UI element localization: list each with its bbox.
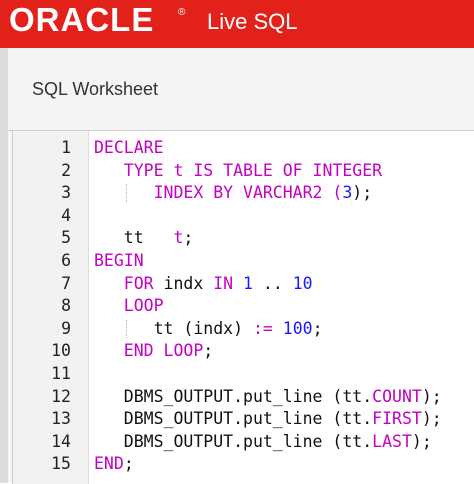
code-token: ); bbox=[411, 431, 432, 451]
code-token: ); bbox=[421, 386, 442, 406]
code-token: END LOOP bbox=[94, 341, 204, 361]
line-number: 6 bbox=[61, 251, 71, 270]
page-title: SQL Worksheet bbox=[32, 79, 159, 99]
code-token: ; bbox=[312, 318, 323, 338]
code-editor[interactable]: 1 2 3 4 5 6 7 8 9 10 11 12 13 14 15 DECLARE TYPE t IS … bbox=[12, 130, 474, 484]
line-number: 9 bbox=[61, 318, 71, 338]
code-token: DBMS_OUTPUT.put_line (tt. bbox=[94, 386, 373, 406]
indent-guide bbox=[125, 184, 127, 203]
code-line[interactable]: DBMS_OUTPUT.put_line (tt.FIRST); bbox=[94, 408, 442, 431]
code-line[interactable]: END LOOP; bbox=[94, 340, 213, 363]
code-token: indx bbox=[163, 273, 214, 293]
line-number: 3 bbox=[61, 183, 71, 203]
line-number: 10 bbox=[51, 341, 71, 361]
code-token: END bbox=[94, 454, 124, 474]
indent-guide bbox=[125, 319, 127, 339]
code-line[interactable]: DBMS_OUTPUT.put_line (tt.COUNT); bbox=[94, 386, 442, 409]
line-number: 2 bbox=[61, 160, 71, 180]
code-token: IN bbox=[213, 273, 244, 293]
line-number: 14 bbox=[51, 431, 71, 451]
worksheet-header: SQL Worksheet bbox=[8, 48, 474, 131]
code-line[interactable]: tt t; bbox=[94, 227, 194, 250]
line-number: 4 bbox=[61, 205, 71, 225]
code-token: tt (indx) bbox=[94, 318, 253, 338]
code-token: tt bbox=[94, 228, 174, 248]
code-token: DBMS_OUTPUT.put_line (tt. bbox=[94, 431, 373, 451]
line-number: 15 bbox=[51, 454, 71, 474]
code-token: .. bbox=[252, 273, 293, 293]
code-token: LAST bbox=[372, 431, 412, 451]
code-line[interactable]: FOR indx IN 1 .. 10 bbox=[94, 273, 313, 296]
line-number: 5 bbox=[61, 228, 71, 248]
code-line[interactable]: LOOP bbox=[94, 295, 164, 318]
code-token: 10 bbox=[292, 273, 313, 293]
code-token: ; bbox=[183, 228, 194, 248]
code-token: 3 bbox=[342, 183, 353, 203]
line-number-gutter: 1 2 3 4 5 6 7 8 9 10 11 12 13 14 15 bbox=[13, 131, 89, 484]
code-token: INDEX BY VARCHAR2 ( bbox=[94, 183, 343, 203]
code-line[interactable]: DBMS_OUTPUT.put_line (tt.LAST); bbox=[94, 431, 432, 454]
code-token: FOR bbox=[94, 273, 164, 293]
code-token: LOOP bbox=[94, 296, 164, 316]
code-token: DBMS_OUTPUT.put_line (tt. bbox=[94, 409, 373, 429]
code-token: := bbox=[252, 318, 273, 338]
line-number: 8 bbox=[61, 296, 71, 316]
code-token: ; bbox=[123, 454, 134, 474]
code-token: ); bbox=[421, 409, 442, 429]
code-token: t bbox=[173, 228, 184, 248]
code-token: COUNT bbox=[372, 386, 422, 406]
line-number: 1 bbox=[61, 138, 71, 157]
code-line[interactable]: INDEX BY VARCHAR2 (3); bbox=[94, 182, 373, 205]
line-number: 7 bbox=[61, 273, 71, 293]
app-header: ORACLE ® Live SQL bbox=[0, 0, 474, 48]
code-token: TYPE t IS TABLE OF INTEGER bbox=[94, 160, 383, 180]
code-text-area[interactable]: DECLARE TYPE t IS TABLE OF INTEGER INDEX… bbox=[89, 131, 474, 484]
oracle-logo[interactable]: ORACLE bbox=[9, 2, 154, 38]
code-token: ); bbox=[352, 183, 373, 203]
code-line[interactable]: END; bbox=[94, 453, 134, 476]
line-number: 13 bbox=[51, 409, 71, 429]
code-token: 1 bbox=[243, 273, 253, 293]
code-line[interactable]: DECLARE bbox=[94, 137, 164, 160]
code-token: BEGIN bbox=[94, 251, 144, 270]
code-token: ; bbox=[203, 341, 214, 361]
product-name[interactable]: Live SQL bbox=[207, 9, 298, 35]
code-token: DECLARE bbox=[94, 138, 164, 157]
line-number: 11 bbox=[51, 364, 71, 383]
code-line[interactable]: TYPE t IS TABLE OF INTEGER bbox=[94, 160, 382, 183]
code-line[interactable]: tt (indx) := 100; bbox=[94, 318, 323, 341]
code-token: 100 bbox=[282, 318, 313, 338]
line-number: 12 bbox=[51, 386, 71, 406]
code-token: FIRST bbox=[372, 409, 422, 429]
sidebar-edge bbox=[0, 48, 8, 483]
registered-mark: ® bbox=[178, 7, 186, 18]
code-line[interactable]: BEGIN bbox=[94, 250, 144, 273]
